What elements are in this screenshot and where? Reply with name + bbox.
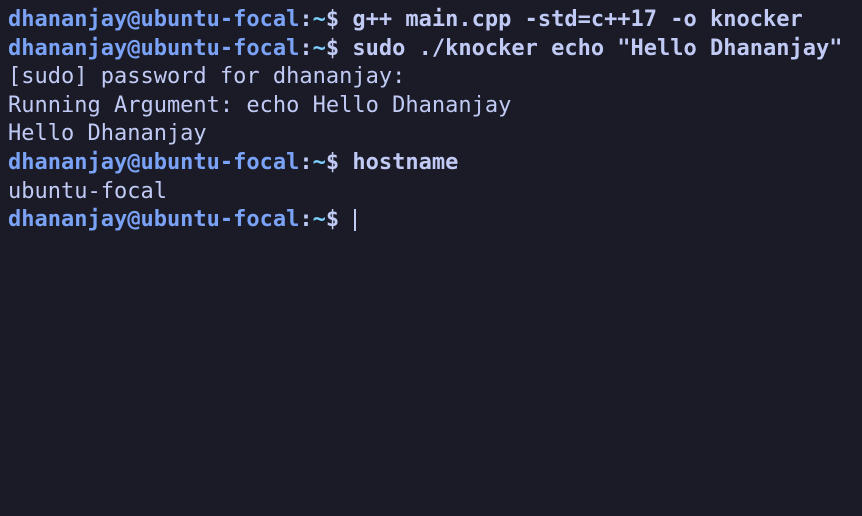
prompt-colon: : xyxy=(299,207,312,232)
prompt-path: ~ xyxy=(313,7,326,32)
prompt-symbol: $ xyxy=(326,36,353,61)
prompt-colon: : xyxy=(299,36,312,61)
output-text: [sudo] password for dhananjay: xyxy=(8,64,419,89)
terminal-line: dhananjay@ubuntu-focal:~$ hostname xyxy=(8,149,854,178)
prompt-user-host: dhananjay@ubuntu-focal xyxy=(8,207,299,232)
terminal-line: [sudo] password for dhananjay: xyxy=(8,63,854,92)
output-text: Hello Dhananjay xyxy=(8,121,207,146)
prompt-user-host: dhananjay@ubuntu-focal xyxy=(8,7,299,32)
prompt-path: ~ xyxy=(313,207,326,232)
output-text: Running Argument: echo Hello Dhananjay xyxy=(8,93,511,118)
command-text: g++ main.cpp -std=c++17 -o knocker xyxy=(352,7,802,32)
prompt-symbol: $ xyxy=(326,7,353,32)
terminal-line: dhananjay@ubuntu-focal:~$ sudo ./knocker… xyxy=(8,35,854,64)
prompt-path: ~ xyxy=(313,150,326,175)
terminal[interactable]: dhananjay@ubuntu-focal:~$ g++ main.cpp -… xyxy=(8,6,854,510)
terminal-line: Hello Dhananjay xyxy=(8,120,854,149)
command-text: hostname xyxy=(352,150,458,175)
prompt-colon: : xyxy=(299,7,312,32)
prompt-user-host: dhananjay@ubuntu-focal xyxy=(8,150,299,175)
terminal-line: dhananjay@ubuntu-focal:~$ xyxy=(8,206,854,235)
terminal-line: ubuntu-focal xyxy=(8,178,854,207)
cursor xyxy=(354,209,356,231)
prompt-colon: : xyxy=(299,150,312,175)
command-text: sudo ./knocker echo "Hello Dhananjay" xyxy=(352,36,842,61)
prompt-symbol: $ xyxy=(326,150,353,175)
prompt-path: ~ xyxy=(313,36,326,61)
output-text: ubuntu-focal xyxy=(8,179,167,204)
prompt-symbol: $ xyxy=(326,207,353,232)
terminal-line: Running Argument: echo Hello Dhananjay xyxy=(8,92,854,121)
terminal-line: dhananjay@ubuntu-focal:~$ g++ main.cpp -… xyxy=(8,6,854,35)
prompt-user-host: dhananjay@ubuntu-focal xyxy=(8,36,299,61)
terminal-content: dhananjay@ubuntu-focal:~$ g++ main.cpp -… xyxy=(8,6,854,235)
